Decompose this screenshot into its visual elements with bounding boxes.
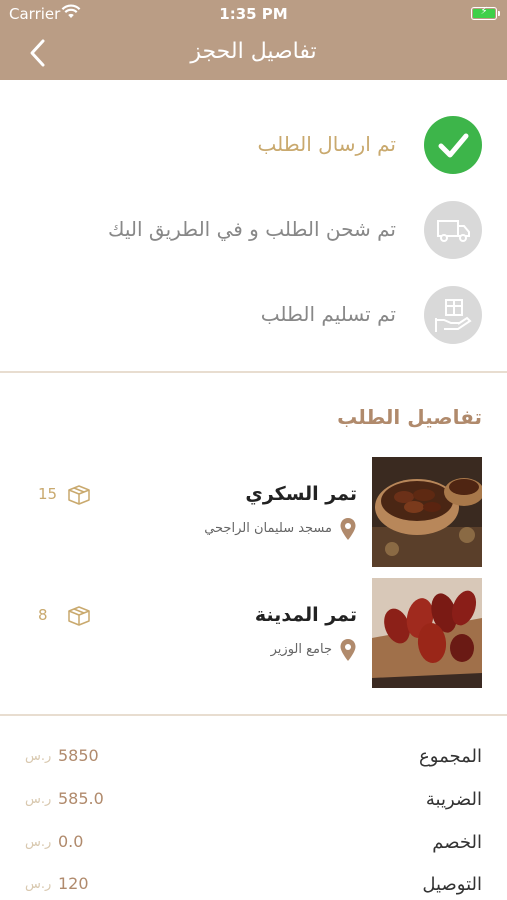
step-shipped: تم شحن الطلب و في الطريق اليك [22,201,482,261]
status-bar: Carrier 1:35 PM ⚡ [0,0,507,28]
product-image [372,578,482,688]
step-label: تم شحن الطلب و في الطريق اليك [108,217,396,241]
product-image [372,457,482,567]
summary-label: الضريبة [425,789,482,810]
hand-box-icon [424,286,482,344]
quantity-value: 15 [38,485,58,503]
product-name: تمر السكري [245,483,357,505]
currency-label: ر.س [25,877,52,892]
summary-row-tax: الضريبة 585.0 ر.س [0,785,507,815]
summary-label: التوصيل [422,874,482,895]
list-item[interactable]: تمر السكري مسجد سليمان الراجحي 15 [0,457,507,569]
summary-value: 585.0 [58,789,104,808]
quantity-value: 8 [38,606,48,624]
nav-header: Carrier 1:35 PM ⚡ تفاصيل الحجز [0,0,507,80]
step-label: تم ارسال الطلب [257,132,396,156]
check-icon [424,116,482,174]
truck-icon [424,201,482,259]
summary-label: الخصم [432,832,482,853]
order-details-title: تفاصيل الطلب [337,405,482,429]
summary-label: المجموع [419,746,482,767]
location-pin-icon [339,638,357,666]
list-item[interactable]: تمر المدينة جامع الوزير 8 [0,578,507,690]
divider [0,371,507,373]
product-name: تمر المدينة [254,604,357,626]
battery-icon: ⚡ [471,6,500,20]
summary-value: 120 [58,874,89,893]
divider [0,714,507,716]
product-location: مسجد سليمان الراجحي [204,521,332,536]
currency-label: ر.س [25,792,52,807]
summary-value: 5850 [58,746,99,765]
step-label: تم تسليم الطلب [260,302,396,326]
step-delivered: تم تسليم الطلب [22,286,482,346]
product-location: جامع الوزير [270,642,332,657]
box-icon [67,484,91,510]
location-pin-icon [339,517,357,545]
box-icon [67,605,91,631]
clock: 1:35 PM [219,5,288,23]
summary-value: 0.0 [58,832,84,851]
summary-row-delivery: التوصيل 120 ر.س [0,870,507,900]
currency-label: ر.س [25,749,52,764]
page-title: تفاصيل الحجز [190,39,317,64]
summary-row-total: المجموع 5850 ر.س [0,742,507,772]
currency-label: ر.س [25,835,52,850]
step-sent: تم ارسال الطلب [22,116,482,176]
summary-row-discount: الخصم 0.0 ر.س [0,828,507,858]
